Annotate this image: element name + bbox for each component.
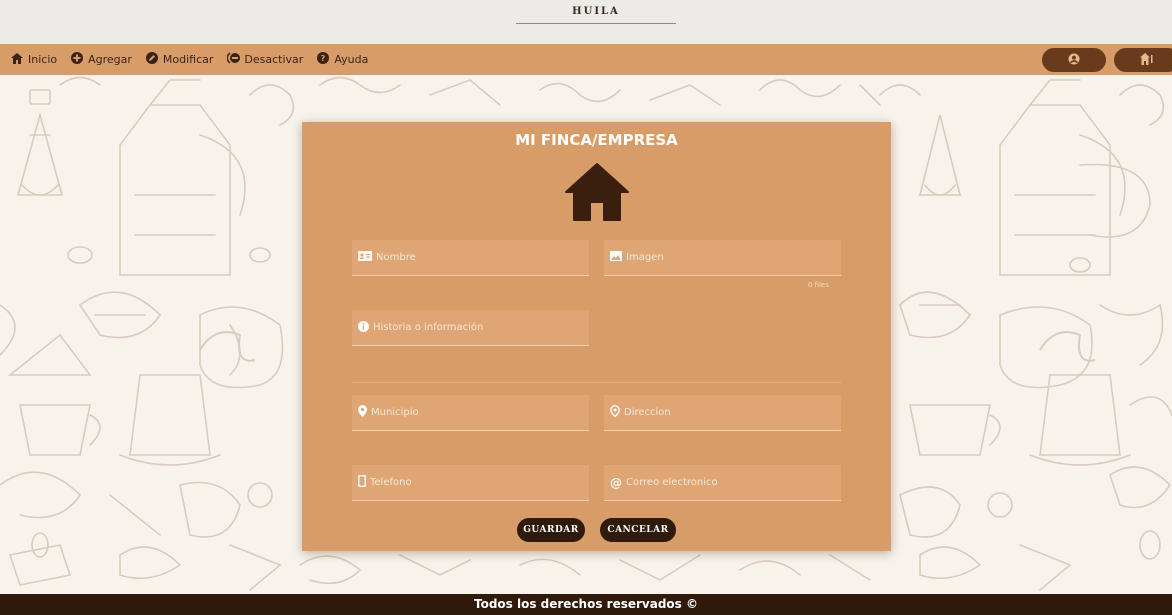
at-icon: @ bbox=[610, 475, 622, 490]
save-button[interactable]: GUARDAR bbox=[517, 518, 585, 542]
direccion-placeholder: Direccion bbox=[624, 407, 671, 418]
nav-item-label: Agregar bbox=[88, 53, 132, 66]
nav-item-label: Ayuda bbox=[334, 53, 369, 66]
brand-bar: HUILA bbox=[0, 0, 1172, 44]
user-button[interactable] bbox=[1042, 48, 1106, 72]
nav-item-label: Inicio bbox=[28, 53, 58, 66]
nav-item-label: Desactivar bbox=[244, 53, 304, 66]
brand-title: HUILA bbox=[572, 6, 620, 17]
info-icon bbox=[358, 320, 369, 335]
historia-field[interactable]: Historia o información bbox=[352, 310, 589, 346]
svg-text:?: ? bbox=[321, 54, 326, 63]
minus-circle-icon bbox=[226, 52, 241, 67]
home-icon bbox=[11, 52, 23, 67]
nav-item-modificar[interactable]: Modificar bbox=[145, 44, 214, 75]
question-circle-icon: ? bbox=[317, 52, 330, 67]
nav-item-inicio[interactable]: Inicio bbox=[11, 44, 57, 75]
municipio-field[interactable]: Municipio bbox=[352, 395, 589, 431]
plus-circle-icon bbox=[71, 52, 84, 67]
telefono-field[interactable]: Telefono bbox=[352, 465, 589, 501]
location-icon bbox=[610, 405, 620, 420]
file-count-label: 0 files bbox=[808, 281, 829, 289]
logout-home-icon bbox=[1140, 52, 1154, 68]
nav-item-ayuda[interactable]: ? Ayuda bbox=[317, 44, 368, 75]
form-title: MI FINCA/EMPRESA bbox=[515, 131, 678, 149]
mobile-icon bbox=[357, 474, 366, 490]
brand-underline bbox=[516, 23, 676, 24]
house-icon bbox=[564, 162, 630, 226]
user-icon bbox=[1068, 53, 1080, 68]
footer-text: Todos los derechos reservados © bbox=[473, 597, 698, 611]
municipio-placeholder: Municipio bbox=[371, 407, 419, 418]
correo-field[interactable]: @ Correo electronico bbox=[604, 465, 841, 501]
map-marker-icon bbox=[358, 405, 367, 420]
nav-item-label: Modificar bbox=[162, 53, 214, 66]
nombre-placeholder: Nombre bbox=[376, 252, 416, 263]
imagen-placeholder: Imagen bbox=[626, 252, 664, 263]
nav-item-desactivar[interactable]: Desactivar bbox=[226, 44, 304, 75]
historia-placeholder: Historia o información bbox=[373, 322, 484, 333]
direccion-field[interactable]: Direccion bbox=[604, 395, 841, 431]
logout-button[interactable] bbox=[1114, 48, 1172, 72]
cancel-button[interactable]: CANCELAR bbox=[600, 518, 676, 542]
correo-placeholder: Correo electronico bbox=[626, 477, 718, 488]
nombre-field[interactable]: Nombre bbox=[352, 240, 589, 276]
form-divider bbox=[352, 382, 841, 383]
footer: Todos los derechos reservados © bbox=[0, 594, 1172, 615]
pencil-circle-icon bbox=[145, 52, 158, 67]
telefono-placeholder: Telefono bbox=[370, 477, 412, 488]
image-icon bbox=[610, 251, 622, 264]
imagen-field[interactable]: Imagen bbox=[604, 240, 841, 276]
id-card-icon bbox=[358, 251, 372, 264]
main-nav: Inicio Agregar Modificar Desactivar ? Ay… bbox=[0, 44, 1172, 75]
nav-item-agregar[interactable]: Agregar bbox=[71, 44, 132, 75]
